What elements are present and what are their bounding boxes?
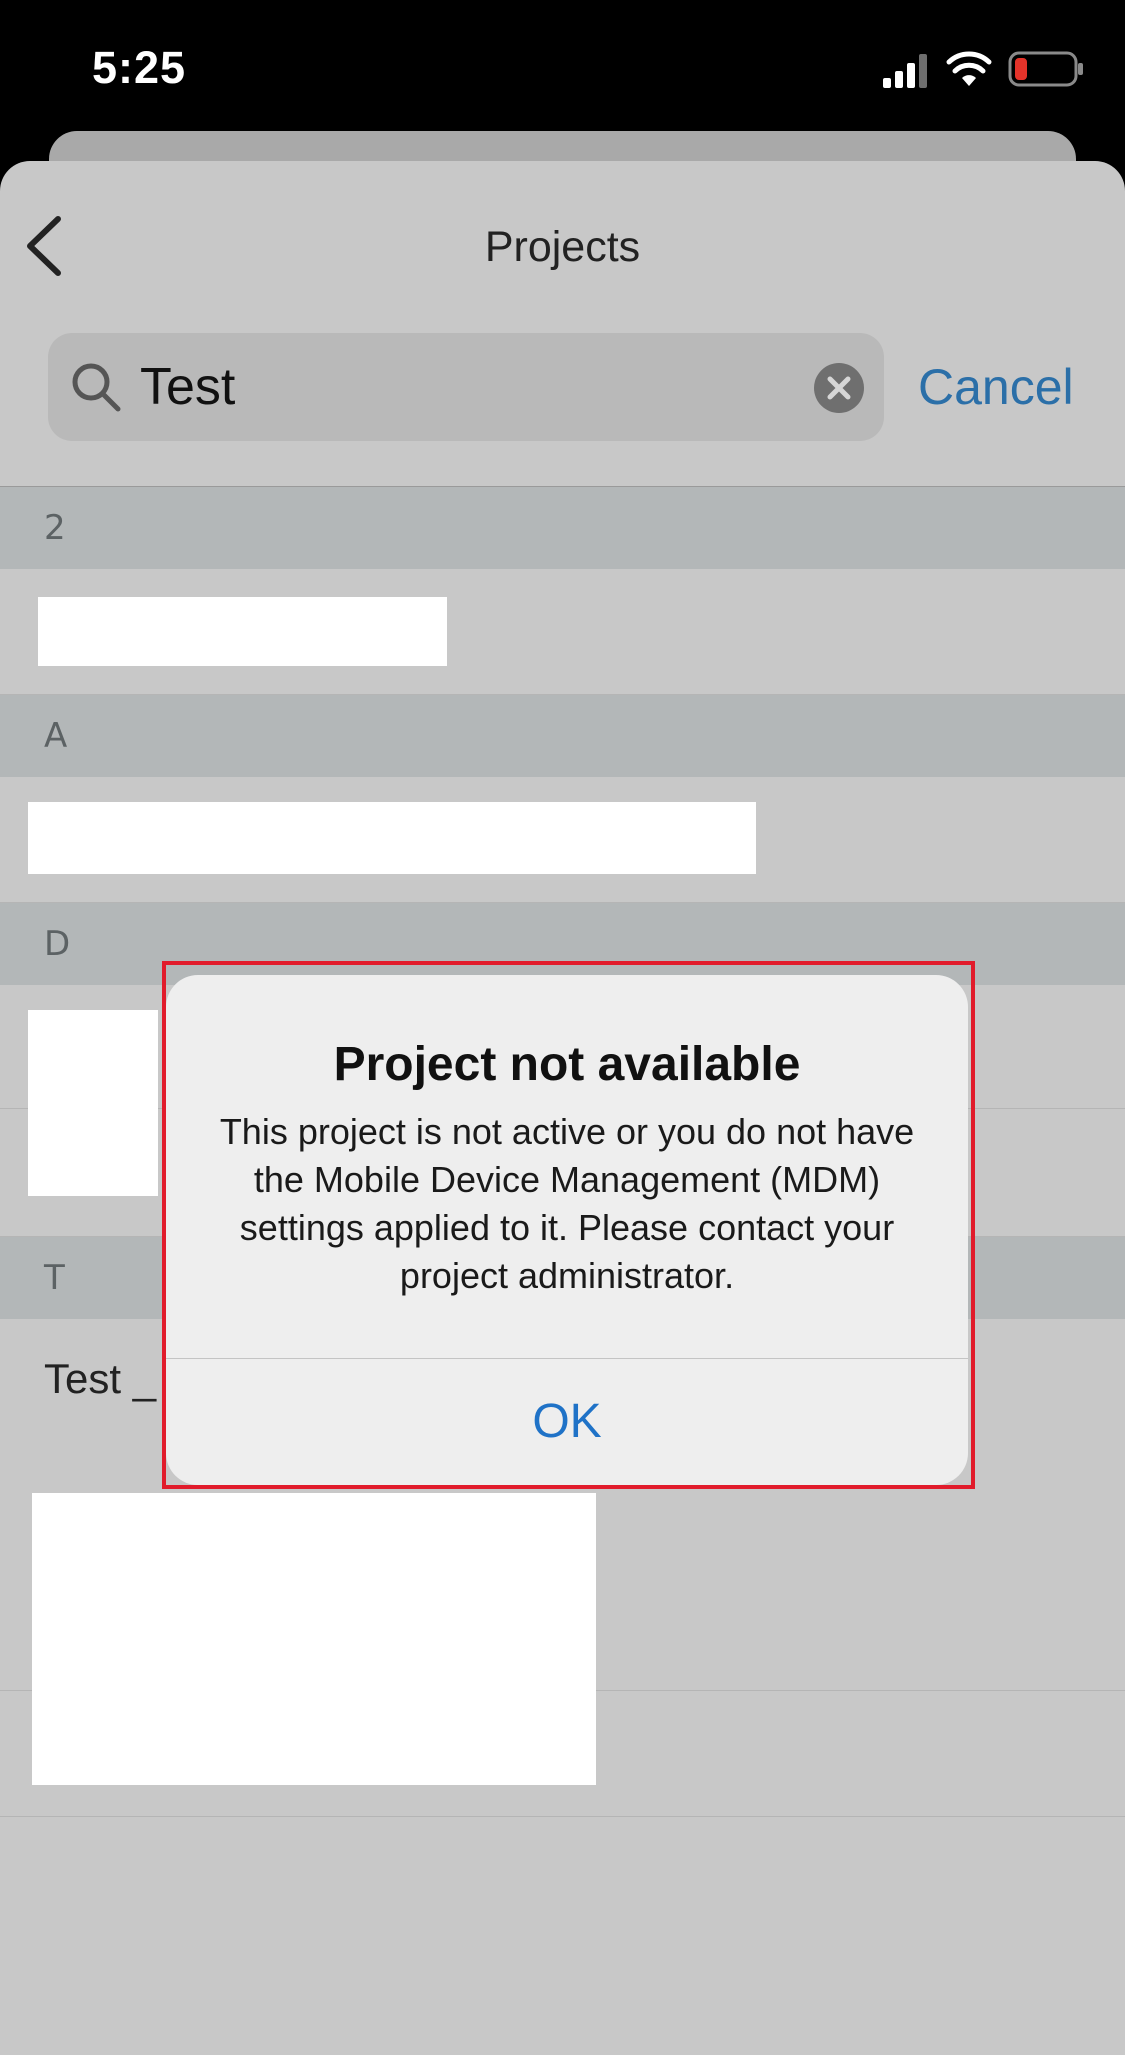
search-field[interactable] — [48, 333, 884, 441]
section-header-a: A — [0, 695, 1125, 777]
project-list: 2 A D T Test _ — [0, 486, 1125, 1817]
redacted-block — [28, 1010, 158, 1196]
wifi-icon — [946, 51, 992, 86]
list-item[interactable] — [0, 777, 1125, 903]
list-item[interactable] — [0, 569, 1125, 695]
alert-title: Project not available — [333, 1038, 801, 1091]
status-bar: 5:25 — [0, 0, 1125, 130]
redacted-block — [28, 802, 756, 874]
section-header-2: 2 — [0, 487, 1125, 569]
search-icon — [72, 363, 121, 412]
redacted-block — [38, 597, 447, 666]
list-item-label: Test _ — [44, 1355, 157, 1402]
status-time: 5:25 — [92, 42, 187, 93]
app-screen: 5:25 Projects Test Cancel 2 A D T Test _… — [0, 0, 1125, 2055]
ok-button[interactable]: OK — [166, 1359, 968, 1485]
alert-dialog: Project not available This project is no… — [166, 975, 968, 1485]
page-title: Projects — [484, 223, 641, 271]
navigation-bar: Projects — [0, 161, 1125, 321]
search-input[interactable] — [140, 347, 840, 427]
search-row: Cancel — [0, 333, 1125, 443]
clear-icon[interactable] — [813, 362, 865, 414]
cellular-signal-icon — [883, 54, 927, 88]
battery-low-icon — [1008, 51, 1083, 87]
alert-message: This project is not active or you do not… — [219, 1111, 915, 1296]
cancel-button[interactable]: Cancel — [918, 347, 1074, 427]
redacted-block — [32, 1493, 596, 1785]
